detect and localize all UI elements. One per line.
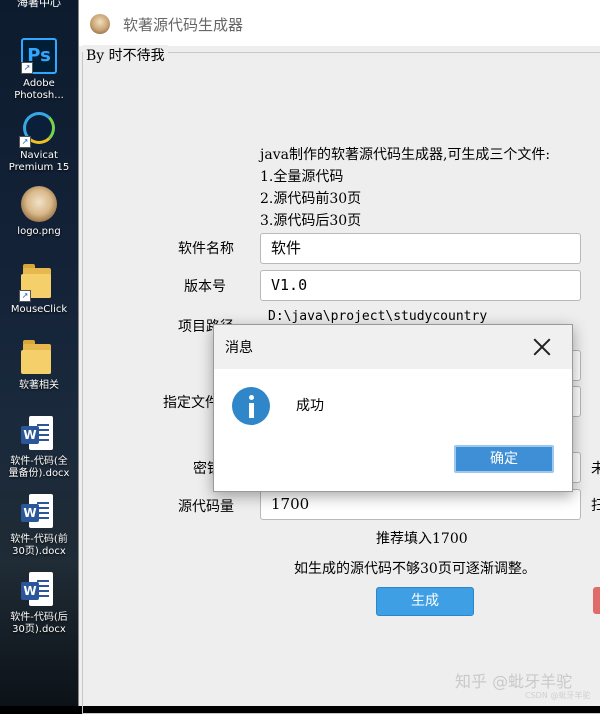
description-line: 3.源代码后30页 [260, 213, 362, 229]
window-titlebar[interactable]: 软著源代码生成器 [79, 0, 600, 46]
desktop-icon-label: MouseClick [10, 304, 68, 315]
desktop-area: 海著中心 Ps ↗ Adobe Photosh... ↗ Navicat Prem… [0, 0, 78, 706]
image-file-icon [21, 186, 57, 222]
desktop-file-doc-front[interactable]: W 软件-代码(前 30页).docx [0, 494, 78, 558]
group-title: By 时不待我 [83, 45, 168, 65]
ok-button[interactable]: 确定 [454, 445, 554, 473]
desktop-top-label: 海著中心 [17, 0, 61, 9]
dialog-body: 成功 确定 [214, 369, 572, 491]
word-doc-icon: W [21, 572, 57, 608]
navicat-icon: ↗ [19, 110, 57, 148]
watermark-small: CSDN @蚍牙羊驼 [525, 691, 591, 700]
project-path-value: D:\java\project\studycountry [268, 309, 488, 324]
word-doc-icon: W [21, 416, 57, 452]
word-doc-icon: W [21, 494, 57, 530]
desktop-shortcut-navicat[interactable]: ↗ Navicat Premium 15 [0, 110, 78, 174]
generate-button[interactable]: 生成 [376, 587, 474, 616]
desktop-shortcut-photoshop[interactable]: Ps ↗ Adobe Photosh... [0, 38, 78, 102]
desktop-icon-label: 软件-代码(全 量备份).docx [8, 456, 70, 479]
code-lines-input[interactable]: 1700 [260, 489, 581, 520]
version-input[interactable]: V1.0 [260, 270, 581, 301]
desktop-icon-label: 软著相关 [19, 380, 59, 391]
adjust-hint: 如生成的源代码不够30页可逐渐调整。 [294, 561, 536, 577]
desktop-file-doc-full[interactable]: W 软件-代码(全 量备份).docx [0, 416, 78, 480]
desktop-folder-ruanzhu[interactable]: 软著相关 [0, 340, 78, 392]
desktop-file-logo[interactable]: logo.png [0, 186, 78, 238]
folder-icon [21, 340, 57, 376]
desktop-icon-label: 软件-代码(前 30页).docx [10, 534, 68, 557]
software-name-input[interactable]: 软件 [260, 233, 581, 264]
message-dialog: 消息 成功 确定 [213, 324, 573, 492]
dialog-message: 成功 [296, 398, 324, 414]
folder-icon: ↗ [19, 264, 57, 302]
password-side-label: 未 [591, 461, 600, 477]
code-lines-label: 源代码量 [178, 499, 234, 515]
dialog-title: 消息 [225, 340, 253, 356]
window-title: 软著源代码生成器 [123, 16, 244, 34]
desktop-icon-label: logo.png [17, 226, 61, 237]
specified-file-label: 指定文件 [163, 395, 219, 411]
version-label: 版本号 [184, 279, 226, 295]
desktop-file-doc-back[interactable]: W 软件-代码(后 30页).docx [0, 572, 78, 636]
photoshop-icon: Ps ↗ [21, 38, 57, 74]
software-name-label: 软件名称 [178, 241, 234, 257]
info-icon [232, 387, 270, 425]
exit-button[interactable] [593, 587, 600, 614]
recommend-hint: 推荐填入1700 [376, 531, 468, 547]
code-lines-side-label: 扫 [591, 498, 600, 514]
desktop-folder-mouseclick[interactable]: ↗ MouseClick [0, 264, 78, 316]
app-icon [90, 14, 110, 34]
description-line: 2.源代码前30页 [260, 191, 362, 207]
watermark: 知乎 @蚍牙羊驼 [455, 672, 573, 691]
description-line: 1.全量源代码 [260, 169, 344, 185]
desktop-icon-label: Navicat Premium 15 [8, 150, 70, 173]
close-icon[interactable] [530, 335, 554, 359]
desktop-icon-label: 软件-代码(后 30页).docx [10, 612, 68, 635]
description-line: java制作的软著源代码生成器,可生成三个文件: [260, 147, 551, 163]
desktop-icon-label: Adobe Photosh... [14, 78, 64, 101]
